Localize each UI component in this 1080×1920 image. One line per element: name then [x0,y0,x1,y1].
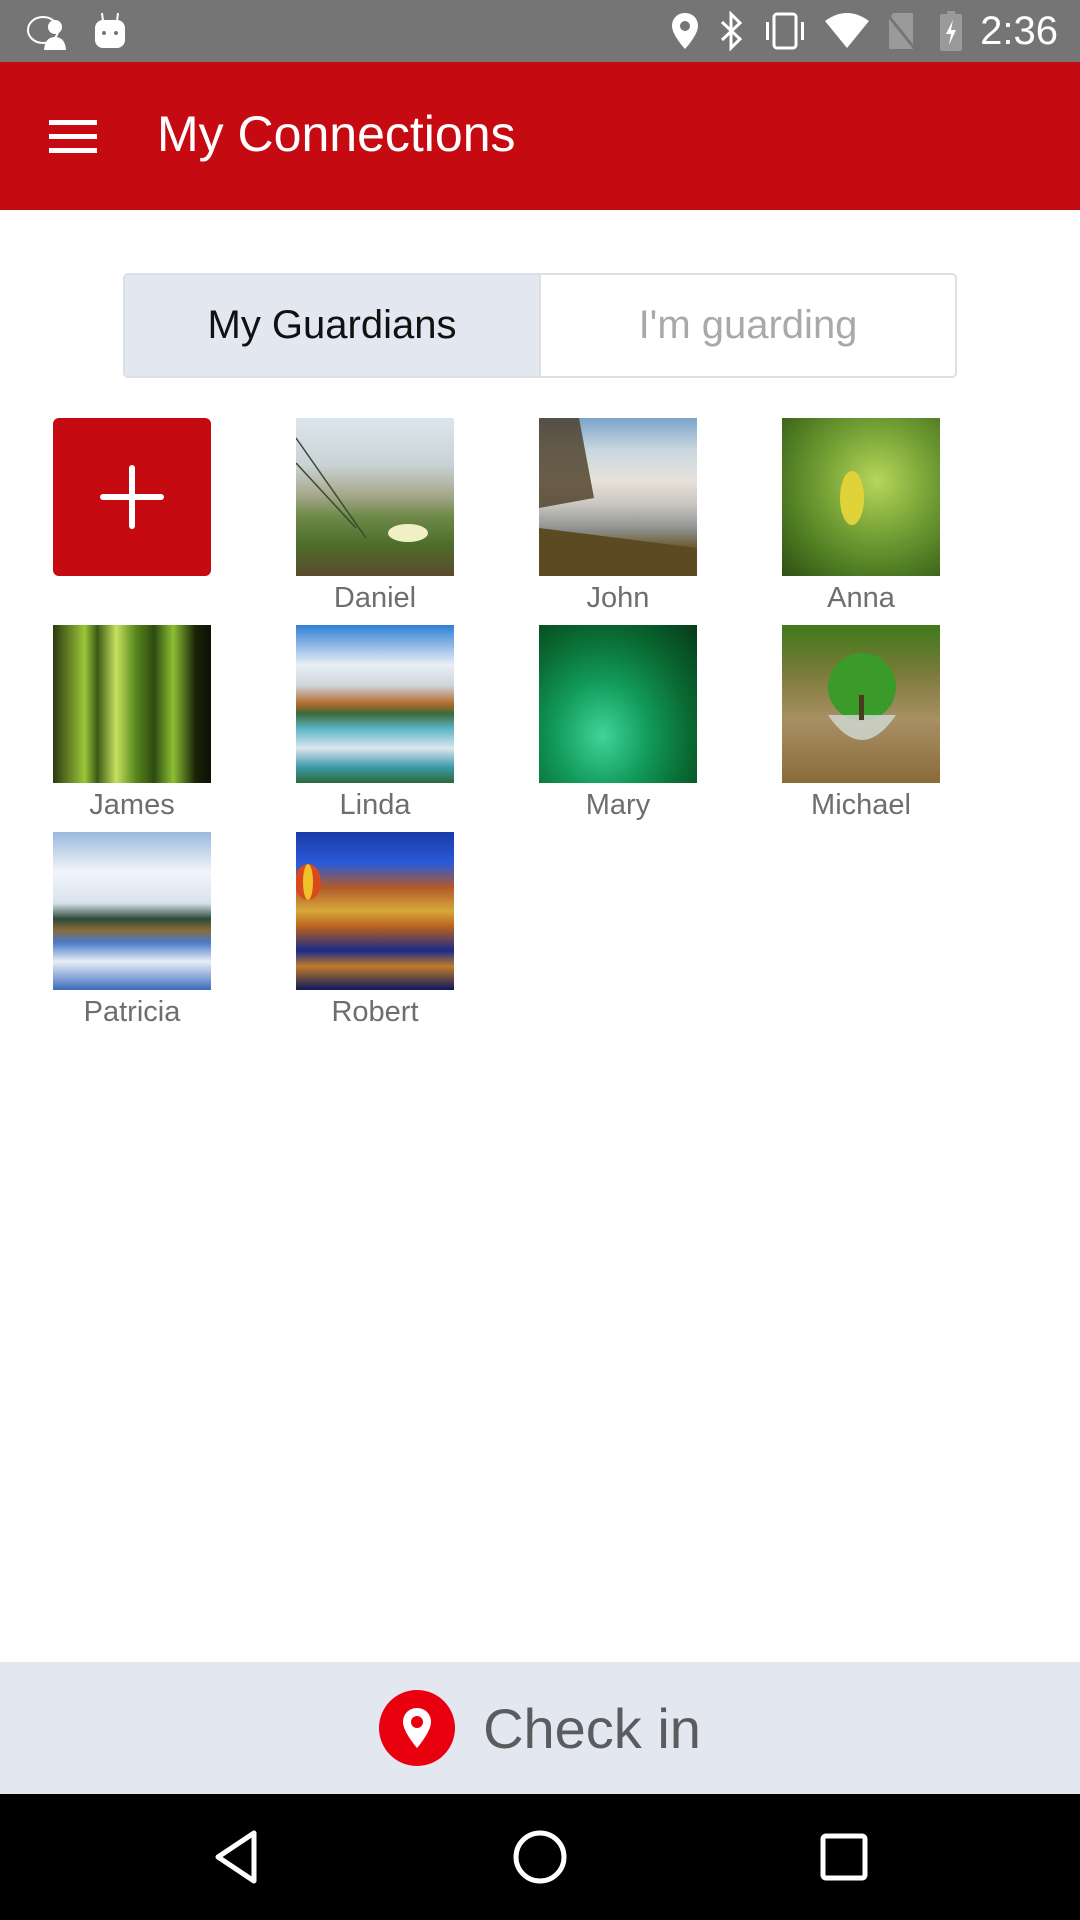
connections-tab-switcher: My Guardians I'm guarding [123,273,957,378]
guardian-tile-james[interactable]: James [53,625,211,823]
guardian-photo [782,418,940,576]
bluetooth-icon [716,10,746,52]
no-sim-icon [884,10,918,52]
guardian-tile-mary[interactable]: Mary [539,625,697,823]
guardian-name: Linda [339,789,411,821]
tab-im-guarding[interactable]: I'm guarding [541,275,955,376]
guardian-name: John [586,582,650,614]
system-nav-bar [0,1794,1080,1920]
vibrate-icon [760,10,810,52]
app-bar: My Connections [0,62,1080,210]
back-icon[interactable] [196,1822,276,1892]
add-guardian-button[interactable] [53,418,211,576]
guardian-name: James [89,789,175,821]
guardian-tile-patricia[interactable]: Patricia [53,832,211,1030]
guardian-photo [53,625,211,783]
guardian-photo [295,418,454,576]
guardian-photo [539,625,697,783]
page-title: My Connections [157,106,516,162]
guardian-tile-daniel[interactable]: Daniel [295,418,454,616]
guardian-app-notification-icon [24,10,74,52]
tab-my-guardians[interactable]: My Guardians [125,275,541,376]
status-time: 2:36 [980,9,1058,53]
check-in-label: Check in [483,1696,701,1760]
wifi-icon [824,10,870,52]
guardian-photo [296,625,454,783]
guardian-tile-anna[interactable]: Anna [782,418,940,616]
guardian-photo [295,832,454,990]
guardian-photo [539,418,697,576]
guardian-name: Robert [331,996,419,1028]
guardian-name: Mary [585,789,651,821]
battery-charging-icon [938,10,964,52]
guardian-tile-michael[interactable]: Michael [782,625,940,823]
guardian-tile-linda[interactable]: Linda [296,625,454,823]
guardian-name: Patricia [83,996,181,1028]
recents-icon[interactable] [804,1822,884,1892]
guardian-photo [53,832,211,990]
home-icon[interactable] [500,1822,580,1892]
guardian-tile-robert[interactable]: Robert [295,832,454,1030]
guardian-name: Anna [827,582,895,614]
guardian-name: Daniel [333,582,417,614]
android-debug-icon [92,10,128,52]
guardian-photo [782,625,940,783]
hamburger-menu-icon[interactable] [40,106,106,166]
status-bar: 2:36 [0,0,1080,62]
guardian-name: Michael [811,789,911,821]
location-pin-icon [379,1690,456,1766]
guardian-tile-john[interactable]: John [539,418,697,616]
check-in-button[interactable]: Check in [0,1662,1080,1794]
location-icon [668,10,702,52]
